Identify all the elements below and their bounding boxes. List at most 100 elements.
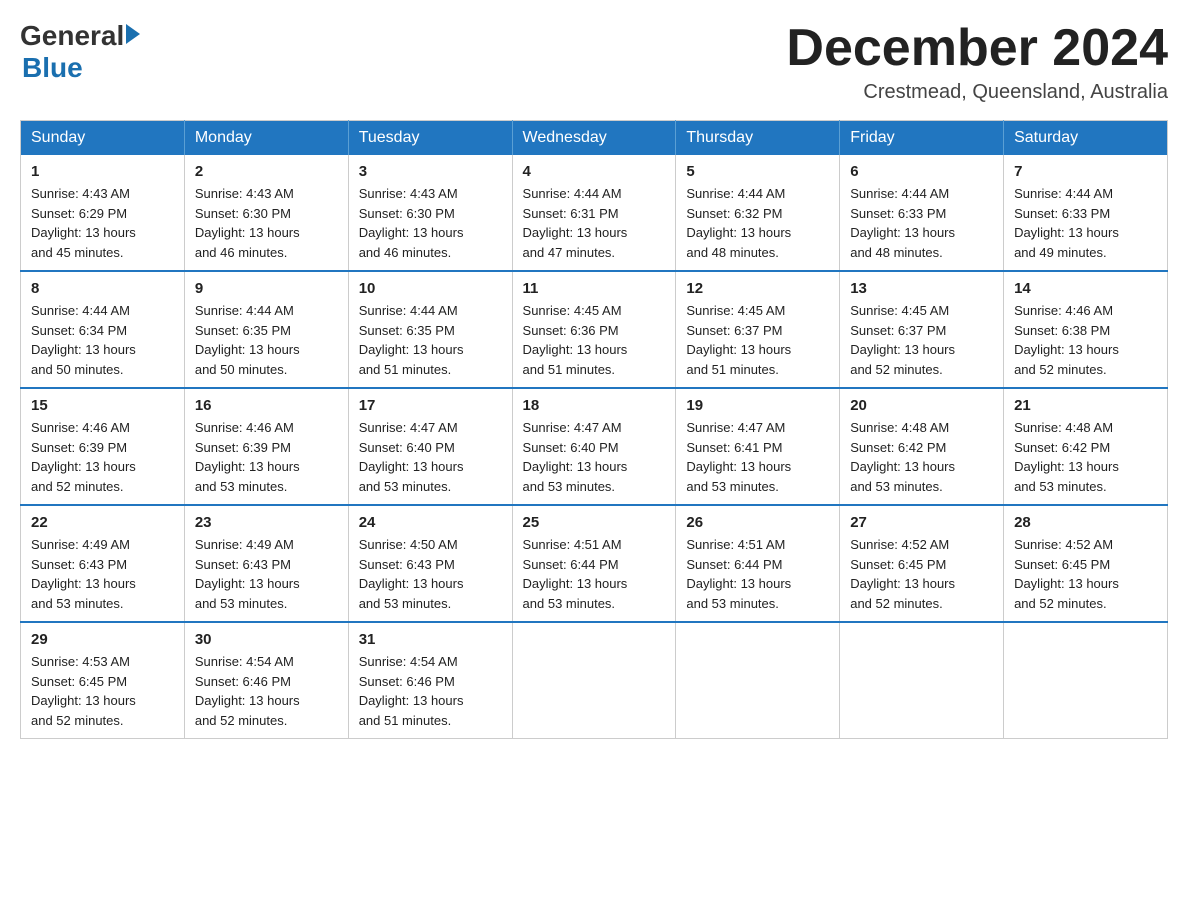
title-area: December 2024 Crestmead, Queensland, Aus…	[786, 20, 1168, 104]
logo-general-text: General	[20, 20, 124, 52]
day-info: Sunrise: 4:45 AM Sunset: 6:37 PM Dayligh…	[686, 301, 829, 379]
month-title: December 2024	[786, 20, 1168, 77]
calendar-week-row: 22 Sunrise: 4:49 AM Sunset: 6:43 PM Dayl…	[21, 505, 1168, 622]
calendar-week-row: 1 Sunrise: 4:43 AM Sunset: 6:29 PM Dayli…	[21, 155, 1168, 271]
day-info: Sunrise: 4:44 AM Sunset: 6:33 PM Dayligh…	[1014, 184, 1157, 262]
day-info: Sunrise: 4:48 AM Sunset: 6:42 PM Dayligh…	[1014, 418, 1157, 496]
day-number: 2	[195, 163, 338, 180]
table-row: 29 Sunrise: 4:53 AM Sunset: 6:45 PM Dayl…	[21, 622, 185, 739]
table-row: 4 Sunrise: 4:44 AM Sunset: 6:31 PM Dayli…	[512, 155, 676, 271]
table-row: 14 Sunrise: 4:46 AM Sunset: 6:38 PM Dayl…	[1004, 271, 1168, 388]
table-row: 11 Sunrise: 4:45 AM Sunset: 6:36 PM Dayl…	[512, 271, 676, 388]
day-number: 15	[31, 397, 174, 414]
table-row: 6 Sunrise: 4:44 AM Sunset: 6:33 PM Dayli…	[840, 155, 1004, 271]
day-number: 14	[1014, 280, 1157, 297]
day-info: Sunrise: 4:50 AM Sunset: 6:43 PM Dayligh…	[359, 535, 502, 613]
table-row: 8 Sunrise: 4:44 AM Sunset: 6:34 PM Dayli…	[21, 271, 185, 388]
table-row: 15 Sunrise: 4:46 AM Sunset: 6:39 PM Dayl…	[21, 388, 185, 505]
day-number: 22	[31, 514, 174, 531]
table-row	[1004, 622, 1168, 739]
calendar-week-row: 29 Sunrise: 4:53 AM Sunset: 6:45 PM Dayl…	[21, 622, 1168, 739]
calendar-header-row: Sunday Monday Tuesday Wednesday Thursday…	[21, 121, 1168, 156]
day-number: 11	[523, 280, 666, 297]
day-number: 6	[850, 163, 993, 180]
table-row: 2 Sunrise: 4:43 AM Sunset: 6:30 PM Dayli…	[184, 155, 348, 271]
table-row: 13 Sunrise: 4:45 AM Sunset: 6:37 PM Dayl…	[840, 271, 1004, 388]
day-number: 21	[1014, 397, 1157, 414]
header-tuesday: Tuesday	[348, 121, 512, 156]
table-row: 28 Sunrise: 4:52 AM Sunset: 6:45 PM Dayl…	[1004, 505, 1168, 622]
calendar-week-row: 15 Sunrise: 4:46 AM Sunset: 6:39 PM Dayl…	[21, 388, 1168, 505]
day-info: Sunrise: 4:53 AM Sunset: 6:45 PM Dayligh…	[31, 652, 174, 730]
table-row: 7 Sunrise: 4:44 AM Sunset: 6:33 PM Dayli…	[1004, 155, 1168, 271]
table-row: 23 Sunrise: 4:49 AM Sunset: 6:43 PM Dayl…	[184, 505, 348, 622]
table-row: 1 Sunrise: 4:43 AM Sunset: 6:29 PM Dayli…	[21, 155, 185, 271]
day-number: 28	[1014, 514, 1157, 531]
day-number: 9	[195, 280, 338, 297]
day-info: Sunrise: 4:43 AM Sunset: 6:30 PM Dayligh…	[359, 184, 502, 262]
table-row: 9 Sunrise: 4:44 AM Sunset: 6:35 PM Dayli…	[184, 271, 348, 388]
day-number: 24	[359, 514, 502, 531]
day-number: 27	[850, 514, 993, 531]
day-number: 19	[686, 397, 829, 414]
day-info: Sunrise: 4:51 AM Sunset: 6:44 PM Dayligh…	[686, 535, 829, 613]
day-number: 17	[359, 397, 502, 414]
day-number: 13	[850, 280, 993, 297]
calendar-week-row: 8 Sunrise: 4:44 AM Sunset: 6:34 PM Dayli…	[21, 271, 1168, 388]
day-info: Sunrise: 4:44 AM Sunset: 6:35 PM Dayligh…	[195, 301, 338, 379]
day-info: Sunrise: 4:54 AM Sunset: 6:46 PM Dayligh…	[195, 652, 338, 730]
day-number: 10	[359, 280, 502, 297]
table-row: 26 Sunrise: 4:51 AM Sunset: 6:44 PM Dayl…	[676, 505, 840, 622]
header-sunday: Sunday	[21, 121, 185, 156]
logo-arrow-icon	[126, 24, 140, 44]
table-row: 21 Sunrise: 4:48 AM Sunset: 6:42 PM Dayl…	[1004, 388, 1168, 505]
day-number: 25	[523, 514, 666, 531]
header-monday: Monday	[184, 121, 348, 156]
day-info: Sunrise: 4:46 AM Sunset: 6:39 PM Dayligh…	[31, 418, 174, 496]
header-friday: Friday	[840, 121, 1004, 156]
header: General Blue December 2024 Crestmead, Qu…	[20, 20, 1168, 104]
calendar-table: Sunday Monday Tuesday Wednesday Thursday…	[20, 120, 1168, 739]
day-number: 7	[1014, 163, 1157, 180]
day-info: Sunrise: 4:44 AM Sunset: 6:33 PM Dayligh…	[850, 184, 993, 262]
day-info: Sunrise: 4:47 AM Sunset: 6:41 PM Dayligh…	[686, 418, 829, 496]
day-info: Sunrise: 4:44 AM Sunset: 6:34 PM Dayligh…	[31, 301, 174, 379]
day-number: 4	[523, 163, 666, 180]
day-number: 18	[523, 397, 666, 414]
table-row: 30 Sunrise: 4:54 AM Sunset: 6:46 PM Dayl…	[184, 622, 348, 739]
table-row: 25 Sunrise: 4:51 AM Sunset: 6:44 PM Dayl…	[512, 505, 676, 622]
day-info: Sunrise: 4:47 AM Sunset: 6:40 PM Dayligh…	[359, 418, 502, 496]
day-info: Sunrise: 4:45 AM Sunset: 6:36 PM Dayligh…	[523, 301, 666, 379]
day-number: 30	[195, 631, 338, 648]
day-number: 31	[359, 631, 502, 648]
logo-blue-text: Blue	[22, 52, 83, 83]
header-thursday: Thursday	[676, 121, 840, 156]
day-info: Sunrise: 4:49 AM Sunset: 6:43 PM Dayligh…	[31, 535, 174, 613]
day-number: 1	[31, 163, 174, 180]
day-info: Sunrise: 4:44 AM Sunset: 6:31 PM Dayligh…	[523, 184, 666, 262]
table-row: 19 Sunrise: 4:47 AM Sunset: 6:41 PM Dayl…	[676, 388, 840, 505]
day-number: 23	[195, 514, 338, 531]
table-row: 16 Sunrise: 4:46 AM Sunset: 6:39 PM Dayl…	[184, 388, 348, 505]
day-info: Sunrise: 4:43 AM Sunset: 6:29 PM Dayligh…	[31, 184, 174, 262]
day-number: 8	[31, 280, 174, 297]
day-info: Sunrise: 4:46 AM Sunset: 6:38 PM Dayligh…	[1014, 301, 1157, 379]
day-number: 29	[31, 631, 174, 648]
table-row: 17 Sunrise: 4:47 AM Sunset: 6:40 PM Dayl…	[348, 388, 512, 505]
table-row: 10 Sunrise: 4:44 AM Sunset: 6:35 PM Dayl…	[348, 271, 512, 388]
day-info: Sunrise: 4:44 AM Sunset: 6:32 PM Dayligh…	[686, 184, 829, 262]
table-row: 18 Sunrise: 4:47 AM Sunset: 6:40 PM Dayl…	[512, 388, 676, 505]
day-info: Sunrise: 4:47 AM Sunset: 6:40 PM Dayligh…	[523, 418, 666, 496]
day-info: Sunrise: 4:48 AM Sunset: 6:42 PM Dayligh…	[850, 418, 993, 496]
day-info: Sunrise: 4:52 AM Sunset: 6:45 PM Dayligh…	[1014, 535, 1157, 613]
table-row: 24 Sunrise: 4:50 AM Sunset: 6:43 PM Dayl…	[348, 505, 512, 622]
table-row: 31 Sunrise: 4:54 AM Sunset: 6:46 PM Dayl…	[348, 622, 512, 739]
table-row: 3 Sunrise: 4:43 AM Sunset: 6:30 PM Dayli…	[348, 155, 512, 271]
day-number: 26	[686, 514, 829, 531]
table-row	[512, 622, 676, 739]
header-saturday: Saturday	[1004, 121, 1168, 156]
table-row: 27 Sunrise: 4:52 AM Sunset: 6:45 PM Dayl…	[840, 505, 1004, 622]
table-row	[840, 622, 1004, 739]
day-info: Sunrise: 4:52 AM Sunset: 6:45 PM Dayligh…	[850, 535, 993, 613]
day-number: 20	[850, 397, 993, 414]
